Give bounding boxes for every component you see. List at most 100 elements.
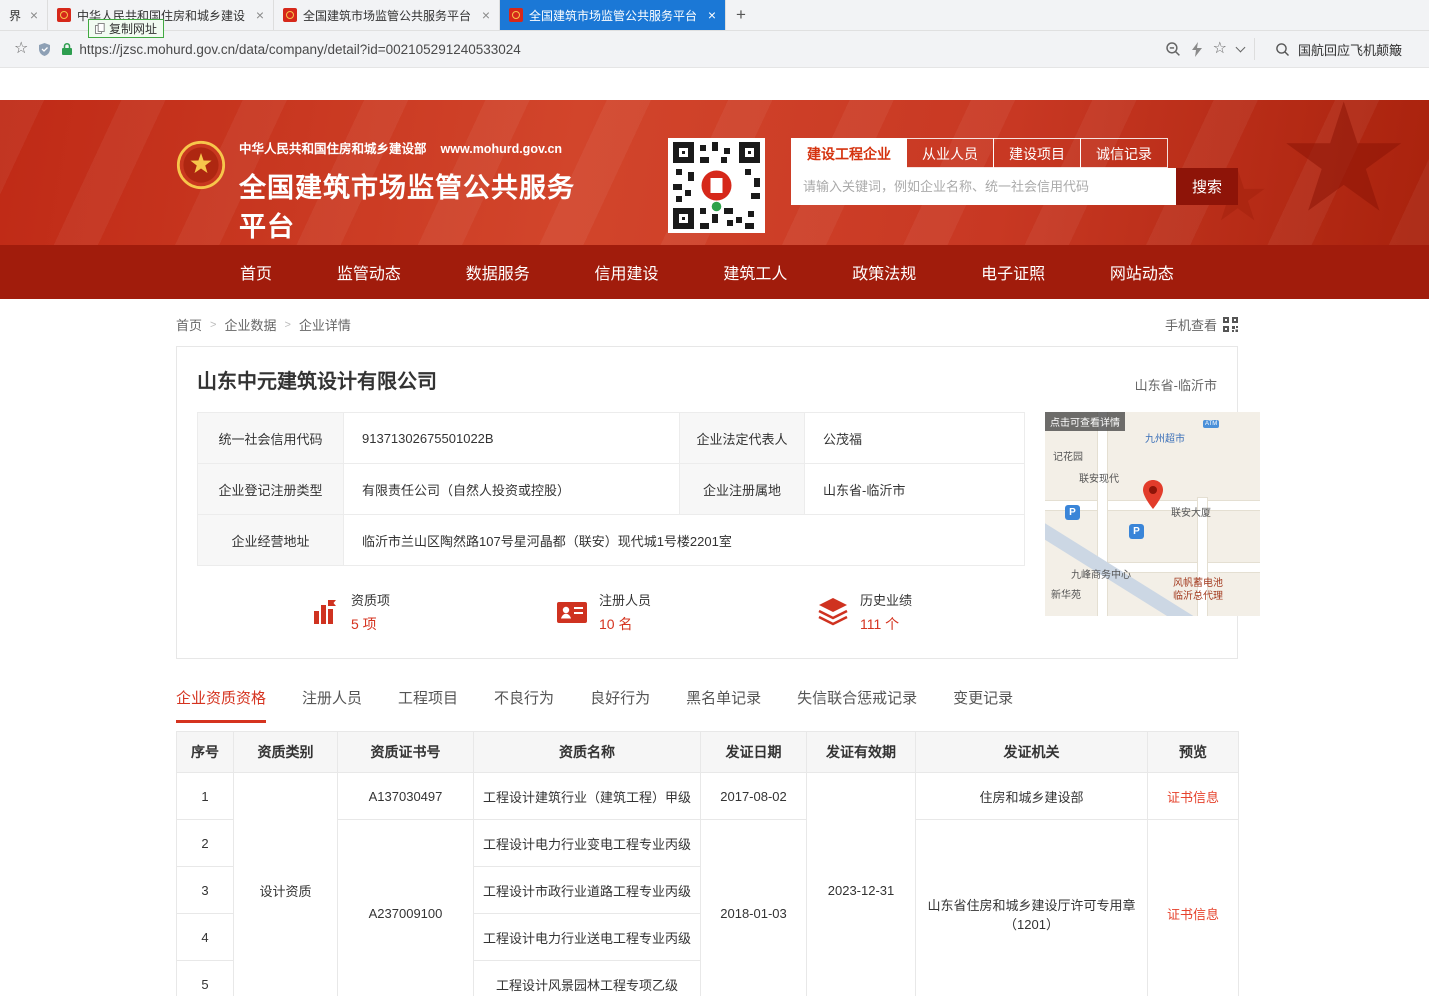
nav-item-construction-workers[interactable]: 建筑工人 bbox=[723, 260, 787, 284]
mobile-view-label: 手机查看 bbox=[1165, 315, 1217, 334]
search-button[interactable]: 搜索 bbox=[1176, 168, 1238, 205]
tab-change-records[interactable]: 变更记录 bbox=[953, 687, 1013, 723]
stat-qualifications: 资质项 5 项 bbox=[310, 590, 390, 634]
keyword-search-input[interactable] bbox=[791, 168, 1176, 205]
cell-category: 设计资质 bbox=[234, 773, 338, 996]
nav-item-home[interactable]: 首页 bbox=[240, 260, 272, 284]
cert-info-link[interactable]: 证书信息 bbox=[1167, 907, 1219, 922]
credit-code-label: 统一社会信用代码 bbox=[198, 413, 344, 464]
cell-no: 3 bbox=[177, 867, 234, 914]
mini-qr-icon bbox=[1223, 317, 1238, 332]
address-value: 临沂市兰山区陶然路107号星河晶都（联安）现代城1号楼2201室 bbox=[344, 515, 1025, 566]
bookmark-star-icon[interactable]: ☆ bbox=[14, 41, 28, 57]
page-top-gap bbox=[0, 68, 1429, 100]
ministry-site-url: www.mohurd.gov.cn bbox=[441, 142, 563, 156]
tab-close-icon[interactable]: × bbox=[708, 8, 716, 22]
stat-registered-personnel: 注册人员 10 名 bbox=[556, 590, 651, 634]
cell-authority: 山东省住房和城乡建设厅许可专用章（1201） bbox=[916, 820, 1148, 996]
tab-registered-personnel[interactable]: 注册人员 bbox=[302, 687, 362, 723]
tab-qualifications[interactable]: 企业资质资格 bbox=[176, 687, 266, 723]
nav-item-data-services[interactable]: 数据服务 bbox=[466, 260, 530, 284]
col-header-no: 序号 bbox=[177, 732, 234, 773]
map-parking-icon: P bbox=[1129, 524, 1144, 539]
breadcrumb-company-detail: 企业详情 bbox=[299, 315, 351, 334]
cell-no: 5 bbox=[177, 961, 234, 996]
map-atm-badge: ATM bbox=[1203, 420, 1219, 428]
tab-dishonesty-punishment[interactable]: 失信联合惩戒记录 bbox=[797, 687, 917, 723]
map-poi-garden: 记花园 bbox=[1053, 448, 1083, 463]
tab-close-icon[interactable]: × bbox=[256, 8, 264, 22]
legal-rep-label: 企业法定代表人 bbox=[680, 413, 805, 464]
security-shield-icon[interactable] bbox=[38, 42, 51, 57]
browser-tab-jzsc-1[interactable]: 全国建筑市场监管公共服务平台 × bbox=[274, 0, 500, 30]
cell-name: 工程设计建筑行业（建筑工程）甲级 bbox=[474, 773, 701, 820]
site-header: ★ ★ 中华人民共和国住房和城乡建设部 www.mohurd.gov.cn 全国… bbox=[0, 100, 1429, 245]
stat-label: 注册人员 bbox=[599, 590, 651, 609]
layers-icon bbox=[817, 598, 849, 626]
company-location-map[interactable]: 点击可查看详情 九州超市 ATM 记花园 联安现代 P P 联安大厦 九峰商务中… bbox=[1045, 412, 1260, 616]
site-favicon bbox=[57, 8, 71, 22]
stat-historical-performance: 历史业绩 111 个 bbox=[817, 590, 912, 634]
tab-title: 界 bbox=[9, 7, 24, 24]
qualification-table: 序号 资质类别 资质证书号 资质名称 发证日期 发证有效期 发证机关 预览 1 … bbox=[176, 731, 1239, 996]
stat-value: 111 个 bbox=[860, 614, 912, 634]
nav-item-credit-building[interactable]: 信用建设 bbox=[595, 260, 659, 284]
search-category-tabs: 建设工程企业 从业人员 建设项目 诚信记录 bbox=[791, 138, 1238, 168]
cell-authority: 住房和城乡建设部 bbox=[916, 773, 1148, 820]
qualification-icon bbox=[310, 597, 340, 627]
zoom-icon[interactable] bbox=[1165, 41, 1181, 57]
col-header-name: 资质名称 bbox=[474, 732, 701, 773]
tab-close-icon[interactable]: × bbox=[30, 8, 38, 22]
cell-issue-date: 2017-08-02 bbox=[701, 773, 807, 820]
chevron-down-icon[interactable] bbox=[1236, 42, 1246, 52]
nav-item-policies[interactable]: 政策法规 bbox=[852, 260, 916, 284]
tab-close-icon[interactable]: × bbox=[482, 8, 490, 22]
col-header-valid-until: 发证有效期 bbox=[807, 732, 916, 773]
map-poi-battery-shop: 风帆蓄电池临沂总代理 bbox=[1173, 578, 1223, 603]
browser-tab-jzsc-active[interactable]: 全国建筑市场监管公共服务平台 × bbox=[500, 0, 726, 30]
browser-tab-cutoff[interactable]: 界 × bbox=[0, 0, 48, 30]
url-field[interactable]: https://jzsc.mohurd.gov.cn/data/company/… bbox=[61, 42, 1154, 57]
reg-region-value: 山东省-临沂市 bbox=[805, 464, 1025, 515]
stat-label: 历史业绩 bbox=[860, 590, 912, 609]
map-poi-supermarket: 九州超市 bbox=[1145, 430, 1185, 445]
company-detail-card: 山东中元建筑设计有限公司 山东省-临沂市 统一社会信用代码 9137130267… bbox=[176, 346, 1238, 659]
breadcrumb: 首页 > 企业数据 > 企业详情 手机查看 bbox=[176, 299, 1238, 346]
address-label: 企业经营地址 bbox=[198, 515, 344, 566]
search-tab-credit-records[interactable]: 诚信记录 bbox=[1080, 138, 1168, 168]
map-poi-lianan-tower: 联安大厦 bbox=[1171, 504, 1211, 519]
toolbar-divider bbox=[1254, 38, 1255, 60]
new-tab-button[interactable]: + bbox=[726, 0, 756, 30]
mobile-view-control[interactable]: 手机查看 bbox=[1165, 315, 1238, 334]
breadcrumb-company-data[interactable]: 企业数据 bbox=[224, 315, 276, 334]
breadcrumb-separator-icon: > bbox=[284, 319, 290, 331]
search-icon bbox=[1275, 42, 1290, 57]
tab-good-behavior[interactable]: 良好行为 bbox=[590, 687, 650, 723]
favorite-star-icon[interactable]: ☆ bbox=[1213, 41, 1227, 57]
breadcrumb-separator-icon: > bbox=[210, 319, 216, 331]
tab-projects[interactable]: 工程项目 bbox=[398, 687, 458, 723]
nav-item-e-certificates[interactable]: 电子证照 bbox=[981, 260, 1045, 284]
site-favicon bbox=[509, 8, 523, 22]
legal-rep-value: 公茂福 bbox=[805, 413, 1025, 464]
main-navigation: 首页 监管动态 数据服务 信用建设 建筑工人 政策法规 电子证照 网站动态 bbox=[0, 245, 1429, 299]
breadcrumb-home[interactable]: 首页 bbox=[176, 315, 202, 334]
tab-blacklist[interactable]: 黑名单记录 bbox=[686, 687, 761, 723]
credit-code-value: 91371302675501022B bbox=[344, 413, 680, 464]
search-tab-construction-enterprise[interactable]: 建设工程企业 bbox=[791, 138, 907, 168]
cell-no: 2 bbox=[177, 820, 234, 867]
cell-issue-date: 2018-01-03 bbox=[701, 820, 807, 996]
map-poi-xinhuayuan: 新华苑 bbox=[1051, 586, 1081, 601]
cell-valid-until: 2023-12-31 bbox=[807, 773, 916, 996]
search-tab-projects[interactable]: 建设项目 bbox=[993, 138, 1081, 168]
flash-icon[interactable] bbox=[1191, 42, 1203, 57]
search-tab-practitioners[interactable]: 从业人员 bbox=[906, 138, 994, 168]
browser-tab-bar: 界 × 中华人民共和国住房和城乡建设 × 全国建筑市场监管公共服务平台 × 全国… bbox=[0, 0, 1429, 31]
tab-bad-behavior[interactable]: 不良行为 bbox=[494, 687, 554, 723]
browser-search-box[interactable]: 国航回应飞机颠簸 bbox=[1265, 40, 1415, 59]
table-row: 1 设计资质 A137030497 工程设计建筑行业（建筑工程）甲级 2017-… bbox=[177, 773, 1239, 820]
header-search-module: 建设工程企业 从业人员 建设项目 诚信记录 搜索 bbox=[791, 138, 1238, 244]
cert-info-link[interactable]: 证书信息 bbox=[1167, 790, 1219, 805]
nav-item-supervision-news[interactable]: 监管动态 bbox=[337, 260, 401, 284]
nav-item-site-news[interactable]: 网站动态 bbox=[1110, 260, 1174, 284]
